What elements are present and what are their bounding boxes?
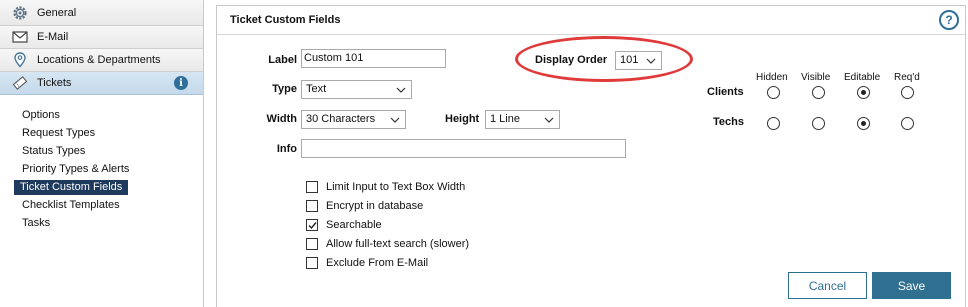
- nav-item-email[interactable]: E-Mail: [0, 26, 203, 49]
- col-header-hidden: Hidden: [756, 72, 788, 83]
- sub-item-ticket-custom-fields[interactable]: Ticket Custom Fields: [0, 178, 203, 196]
- info-input[interactable]: [301, 139, 626, 158]
- width-value: 30 Characters: [306, 113, 376, 125]
- sub-item-request-types[interactable]: Request Types: [0, 124, 203, 142]
- col-header-visible: Visible: [801, 72, 831, 83]
- sub-item-options[interactable]: Options: [0, 106, 203, 124]
- info-label: Info: [276, 143, 297, 155]
- chevron-down-icon: [396, 87, 406, 93]
- width-label: Width: [266, 113, 297, 125]
- clients-reqd-radio[interactable]: [901, 86, 914, 99]
- nav-label-tickets: Tickets: [37, 77, 72, 89]
- techs-hidden-radio[interactable]: [767, 117, 780, 130]
- encrypt-checkbox[interactable]: [306, 200, 318, 212]
- type-value: Text: [306, 83, 327, 95]
- row-label-techs: Techs: [713, 116, 744, 128]
- tickets-submenu: Options Request Types Status Types Prior…: [0, 95, 203, 232]
- limit-input-label: Limit Input to Text Box Width: [326, 181, 466, 193]
- label-input[interactable]: Custom 101: [301, 49, 446, 68]
- limit-input-checkbox[interactable]: [306, 181, 318, 193]
- type-select[interactable]: Text: [301, 80, 412, 99]
- sub-item-checklist-templates[interactable]: Checklist Templates: [0, 196, 203, 214]
- chevron-down-icon: [390, 117, 400, 123]
- envelope-icon: [12, 29, 28, 45]
- height-value: 1 Line: [490, 113, 520, 125]
- info-icon[interactable]: i: [174, 76, 188, 90]
- option-full-text[interactable]: Allow full-text search (slower): [306, 236, 469, 252]
- chevron-down-icon: [544, 117, 554, 123]
- sub-item-tasks[interactable]: Tasks: [0, 214, 203, 232]
- label-field-label: Label: [268, 54, 297, 66]
- location-pin-icon: [12, 52, 28, 68]
- checkmark-icon: [308, 222, 317, 230]
- sub-item-priority-types[interactable]: Priority Types & Alerts: [0, 160, 203, 178]
- nav-label-general: General: [37, 6, 77, 19]
- nav-item-tickets[interactable]: Tickets i: [0, 72, 203, 95]
- row-label-clients: Clients: [707, 86, 744, 98]
- option-encrypt[interactable]: Encrypt in database: [306, 198, 423, 214]
- col-header-editable: Editable: [844, 72, 881, 83]
- sub-item-status-types[interactable]: Status Types: [0, 142, 203, 160]
- cancel-button[interactable]: Cancel: [788, 272, 867, 299]
- clients-editable-radio[interactable]: [857, 86, 870, 99]
- clients-hidden-radio[interactable]: [767, 86, 780, 99]
- full-text-checkbox[interactable]: [306, 238, 318, 250]
- panel-title: Ticket Custom Fields: [230, 14, 341, 26]
- nav-label-locations: Locations & Departments: [37, 54, 161, 66]
- type-label: Type: [272, 83, 297, 95]
- full-text-label: Allow full-text search (slower): [326, 238, 470, 250]
- option-limit-input[interactable]: Limit Input to Text Box Width: [306, 179, 465, 195]
- nav-item-locations[interactable]: Locations & Departments: [0, 49, 203, 72]
- techs-reqd-radio[interactable]: [901, 117, 914, 130]
- techs-editable-radio[interactable]: [857, 117, 870, 130]
- ticket-icon: [12, 75, 28, 91]
- option-searchable[interactable]: Searchable: [306, 217, 382, 233]
- custom-field-panel: Ticket Custom Fields ? Label Custom 101 …: [216, 5, 966, 307]
- option-exclude-email[interactable]: Exclude From E-Mail: [306, 255, 428, 271]
- nav-label-email: E-Mail: [37, 31, 69, 43]
- gear-icon: [12, 5, 28, 21]
- exclude-email-label: Exclude From E-Mail: [326, 257, 429, 269]
- encrypt-label: Encrypt in database: [326, 200, 424, 212]
- width-select[interactable]: 30 Characters: [301, 110, 406, 129]
- height-select[interactable]: 1 Line: [485, 110, 560, 129]
- sidebar: General E-Mail Locations & Departments T…: [0, 0, 204, 307]
- searchable-checkbox[interactable]: [306, 219, 318, 231]
- searchable-label: Searchable: [326, 219, 382, 231]
- nav-item-general[interactable]: General: [0, 0, 203, 26]
- save-button[interactable]: Save: [872, 272, 951, 299]
- clients-visible-radio[interactable]: [812, 86, 825, 99]
- panel-header: Ticket Custom Fields ?: [217, 6, 965, 35]
- help-icon[interactable]: ?: [939, 10, 959, 30]
- highlight-ellipse: [515, 36, 693, 82]
- height-label: Height: [445, 113, 480, 125]
- techs-visible-radio[interactable]: [812, 117, 825, 130]
- col-header-reqd: Req'd: [894, 72, 920, 83]
- exclude-email-checkbox[interactable]: [306, 257, 318, 269]
